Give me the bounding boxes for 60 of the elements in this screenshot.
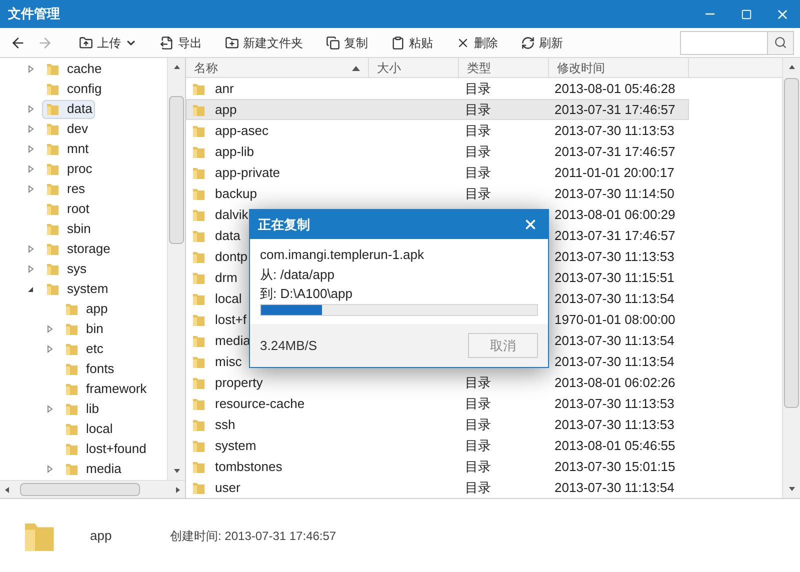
modified-time: 2013-08-01 05:46:28 bbox=[554, 80, 676, 96]
modified-time: 2011-01-01 20:00:17 bbox=[554, 164, 674, 180]
file-type: 目录 bbox=[464, 164, 491, 180]
file-type: 目录 bbox=[464, 186, 491, 201]
file-name: app bbox=[215, 100, 237, 119]
file-name: app-lib bbox=[215, 142, 254, 161]
modified-time: 2013-07-30 11:13:54 bbox=[554, 480, 674, 495]
modified-time: 2013-08-01 05:46:55 bbox=[554, 438, 676, 453]
transfer-speed: 3.24MB/S bbox=[260, 336, 318, 355]
file-name: backup bbox=[215, 184, 257, 203]
file-type: 目录 bbox=[464, 80, 491, 96]
modified-time: 2013-07-30 11:14:50 bbox=[554, 186, 674, 201]
file-name: tombstones bbox=[215, 458, 282, 476]
file-name: resource-cache bbox=[215, 394, 305, 413]
modified-time: 2013-07-31 17:46:57 bbox=[554, 228, 676, 243]
file-name: com.imangi.templerun-1.apk bbox=[260, 246, 426, 264]
file-name: data bbox=[215, 226, 240, 245]
source-path: 从: /data/app bbox=[260, 266, 336, 284]
modified-time: 2013-07-30 11:13:53 bbox=[554, 122, 674, 138]
window-title: 文件管理 bbox=[8, 5, 60, 24]
modified-time: 2013-07-30 11:13:54 bbox=[554, 290, 674, 306]
modified-time: 1970-01-01 08:00:00 bbox=[554, 312, 676, 327]
file-name: lost+f bbox=[215, 310, 246, 329]
file-name: drm bbox=[215, 268, 238, 287]
created-time: 创建时间: 2013-07-31 17:46:57 bbox=[170, 528, 336, 544]
file-type: 目录 bbox=[464, 438, 491, 453]
file-type: 目录 bbox=[464, 374, 491, 390]
file-name: app-private bbox=[215, 164, 280, 182]
file-name: misc bbox=[215, 352, 242, 371]
modified-time: 2013-07-30 11:13:53 bbox=[554, 416, 674, 432]
file-name: ssh bbox=[215, 416, 236, 434]
file-type: 目录 bbox=[464, 396, 491, 411]
file-type: 目录 bbox=[464, 122, 491, 138]
file-type: 目录 bbox=[464, 144, 491, 159]
modified-time: 2013-08-01 06:00:29 bbox=[554, 206, 676, 222]
file-type: 目录 bbox=[464, 416, 491, 432]
file-name: user bbox=[215, 478, 240, 497]
details-name: app bbox=[90, 526, 113, 545]
file-name: dontp bbox=[215, 248, 248, 266]
file-name: dalvik bbox=[215, 206, 248, 224]
destination-path: 到: D:\A100\app bbox=[260, 285, 354, 303]
file-type: 目录 bbox=[464, 480, 491, 495]
file-type: 目录 bbox=[464, 458, 491, 474]
modified-time: 2013-07-30 11:13:53 bbox=[554, 248, 674, 264]
modified-time: 2013-07-30 11:13:54 bbox=[554, 332, 674, 348]
file-type: 目录 bbox=[464, 102, 491, 117]
modified-time: 2013-07-30 15:01:15 bbox=[554, 458, 676, 474]
modified-time: 2013-07-30 11:15:51 bbox=[554, 270, 674, 285]
file-name: media bbox=[215, 332, 250, 350]
modified-time: 2013-07-31 17:46:57 bbox=[554, 144, 676, 159]
file-name: system bbox=[215, 436, 256, 455]
modified-time: 2013-07-30 11:13:53 bbox=[554, 396, 674, 411]
file-name: property bbox=[215, 374, 263, 392]
dialog-title: 正在复制 bbox=[258, 216, 311, 234]
modified-time: 2013-08-01 06:02:26 bbox=[554, 374, 676, 390]
file-name: anr bbox=[215, 80, 234, 98]
modified-time: 2013-07-31 17:46:57 bbox=[554, 102, 676, 117]
file-name: local bbox=[215, 290, 242, 308]
file-name: app-asec bbox=[215, 122, 268, 140]
modified-time: 2013-07-30 11:13:54 bbox=[554, 354, 674, 369]
